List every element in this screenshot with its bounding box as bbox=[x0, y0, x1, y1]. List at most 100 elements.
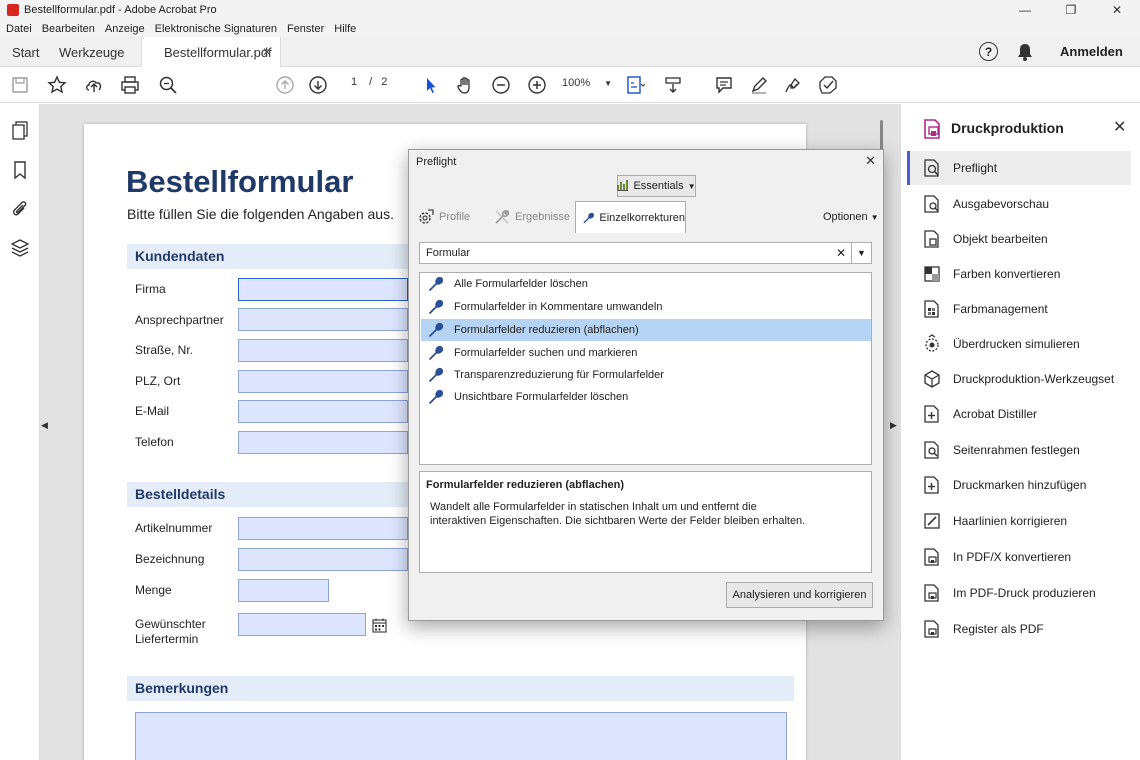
menu-bearbeiten[interactable]: Bearbeiten bbox=[42, 23, 95, 35]
next-page-icon[interactable] bbox=[307, 74, 329, 96]
minimize-button[interactable]: — bbox=[1002, 0, 1048, 20]
tool-pdfx-konvertieren[interactable]: In PDF/X konvertieren bbox=[907, 540, 1131, 574]
wrench-icon bbox=[428, 276, 444, 292]
close-tab-icon[interactable]: ✕ bbox=[262, 45, 272, 59]
comment-icon[interactable] bbox=[713, 74, 735, 96]
attachment-icon[interactable] bbox=[10, 199, 30, 219]
bookmark-icon[interactable] bbox=[10, 160, 30, 180]
zoom-select[interactable]: 100% ▼ bbox=[562, 77, 612, 89]
strasse-field[interactable] bbox=[238, 339, 408, 362]
select-pointer-icon[interactable] bbox=[420, 74, 442, 96]
tool-ueberdrucken-simulieren[interactable]: Überdrucken simulieren bbox=[907, 327, 1131, 361]
tab-einzelkorrekturen[interactable]: Einzelkorrekturen bbox=[575, 201, 686, 233]
artikelnummer-field[interactable] bbox=[238, 517, 408, 540]
menu-fenster[interactable]: Fenster bbox=[287, 23, 324, 35]
star-icon[interactable] bbox=[46, 74, 68, 96]
liefertermin-field[interactable] bbox=[238, 613, 366, 636]
tool-label: Haarlinien korrigieren bbox=[953, 514, 1068, 528]
calendar-icon[interactable] bbox=[372, 618, 387, 633]
bezeichnung-field[interactable] bbox=[238, 548, 408, 571]
collapse-right-panel-icon[interactable]: ▶ bbox=[890, 420, 897, 431]
print-icon[interactable] bbox=[119, 74, 141, 96]
tool-acrobat-distiller[interactable]: Acrobat Distiller bbox=[907, 397, 1131, 431]
tab-tools[interactable]: Werkzeuge bbox=[59, 37, 125, 67]
menu-signaturen[interactable]: Elektronische Signaturen bbox=[155, 23, 277, 35]
zoom-out-icon[interactable] bbox=[490, 74, 512, 96]
tab-document[interactable]: Bestellformular.pdf ✕ bbox=[141, 37, 281, 67]
bell-icon[interactable] bbox=[1016, 42, 1034, 62]
collapse-left-panel-icon[interactable]: ◀ bbox=[41, 420, 48, 431]
list-item[interactable]: Unsichtbare Formularfelder löschen bbox=[421, 386, 871, 408]
overprint-icon bbox=[925, 334, 939, 352]
tool-seitenrahmen-festlegen[interactable]: Seitenrahmen festlegen bbox=[907, 433, 1131, 467]
list-item-selected[interactable]: Formularfelder reduzieren (abflachen) bbox=[421, 319, 871, 341]
search-zoom-icon[interactable] bbox=[157, 74, 179, 96]
tab-ergebnisse-label: Ergebnisse bbox=[515, 211, 571, 223]
list-item[interactable]: Transparenzreduzierung für Formularfelde… bbox=[421, 364, 871, 386]
tool-label: Druckmarken hinzufügen bbox=[953, 478, 1087, 492]
clear-search-icon[interactable]: ✕ bbox=[836, 246, 846, 260]
analyze-fix-button[interactable]: Analysieren und korrigieren bbox=[726, 582, 873, 608]
zoom-in-icon[interactable] bbox=[526, 74, 548, 96]
hand-tool-icon[interactable] bbox=[454, 74, 476, 96]
tool-preflight[interactable]: Preflight bbox=[907, 151, 1131, 185]
email-field[interactable] bbox=[238, 400, 408, 423]
fixups-list: Alle Formularfelder löschen Formularfeld… bbox=[419, 272, 872, 465]
page-total: 2 bbox=[381, 76, 388, 88]
menu-datei[interactable]: Datei bbox=[6, 23, 32, 35]
layers-icon[interactable] bbox=[10, 238, 30, 258]
tool-pdf-druck-produzieren[interactable]: Im PDF-Druck produzieren bbox=[907, 576, 1131, 610]
fit-page-icon[interactable] bbox=[624, 74, 646, 96]
dialog-close-icon[interactable]: ✕ bbox=[865, 153, 876, 169]
login-button[interactable]: Anmelden bbox=[1060, 44, 1123, 59]
section-bemerkungen: Bemerkungen bbox=[127, 676, 794, 701]
menge-field[interactable] bbox=[238, 579, 329, 602]
menu-hilfe[interactable]: Hilfe bbox=[334, 23, 356, 35]
vertical-scrollbar[interactable] bbox=[880, 120, 883, 150]
page-separator: / bbox=[369, 76, 373, 88]
search-input[interactable]: Formular ✕ ▼ bbox=[419, 242, 872, 264]
maximize-button[interactable]: ❐ bbox=[1048, 0, 1094, 20]
page-number-input[interactable]: 1 bbox=[342, 76, 366, 88]
bemerkungen-field[interactable] bbox=[135, 712, 787, 760]
tool-register-als-pdf[interactable]: Register als PDF bbox=[907, 612, 1131, 646]
help-icon[interactable]: ? bbox=[979, 42, 998, 61]
telefon-field[interactable] bbox=[238, 431, 408, 454]
right-tools-panel: Druckproduktion ✕ Preflight Ausgabevorsc… bbox=[900, 104, 1140, 760]
essentials-dropdown[interactable]: Essentials ▼ bbox=[617, 175, 696, 197]
tab-start[interactable]: Start bbox=[12, 37, 39, 67]
tab-profile[interactable]: Profile bbox=[417, 203, 470, 231]
close-window-button[interactable]: ✕ bbox=[1094, 0, 1140, 20]
list-item[interactable]: Formularfelder suchen und markieren bbox=[421, 342, 871, 364]
sign-icon[interactable] bbox=[782, 74, 804, 96]
list-item[interactable]: Alle Formularfelder löschen bbox=[421, 273, 871, 295]
tool-farbmanagement[interactable]: Farbmanagement bbox=[907, 292, 1131, 326]
window-title: Bestellformular.pdf - Adobe Acrobat Pro bbox=[24, 4, 217, 16]
plz-ort-field[interactable] bbox=[238, 370, 408, 393]
tool-haarlinien-korrigieren[interactable]: Haarlinien korrigieren bbox=[907, 504, 1131, 538]
tool-objekt-bearbeiten[interactable]: Objekt bearbeiten bbox=[907, 222, 1131, 256]
tool-ausgabevorschau[interactable]: Ausgabevorschau bbox=[907, 187, 1131, 221]
pages-thumbnails-icon[interactable] bbox=[10, 120, 30, 140]
search-dropdown-icon[interactable]: ▼ bbox=[851, 243, 871, 263]
close-panel-icon[interactable]: ✕ bbox=[1113, 117, 1126, 137]
tool-druckproduktion-werkzeugset[interactable]: Druckproduktion-Werkzeugset bbox=[907, 362, 1131, 396]
save-icon[interactable] bbox=[9, 74, 31, 96]
tool-farben-konvertieren[interactable]: Farben konvertieren bbox=[907, 257, 1131, 291]
ansprechpartner-field[interactable] bbox=[238, 308, 408, 331]
options-menu[interactable]: Optionen ▼ bbox=[823, 211, 879, 223]
list-item[interactable]: Formularfelder in Kommentare umwandeln bbox=[421, 296, 871, 318]
menu-anzeige[interactable]: Anzeige bbox=[105, 23, 145, 35]
tool-label: Im PDF-Druck produzieren bbox=[953, 586, 1096, 600]
scroll-mode-icon[interactable] bbox=[662, 74, 684, 96]
previous-page-icon[interactable] bbox=[274, 74, 296, 96]
highlight-pen-icon[interactable] bbox=[748, 74, 770, 96]
firma-field[interactable] bbox=[238, 278, 408, 301]
wrench-icon bbox=[428, 389, 444, 405]
chevron-down-icon: ▼ bbox=[870, 213, 879, 222]
tool-druckmarken-hinzufuegen[interactable]: Druckmarken hinzufügen bbox=[907, 468, 1131, 502]
tab-ergebnisse[interactable]: Ergebnisse bbox=[493, 203, 570, 231]
stamp-icon[interactable] bbox=[817, 74, 839, 96]
cloud-upload-icon[interactable] bbox=[83, 74, 105, 96]
bar-chart-icon bbox=[617, 180, 629, 191]
